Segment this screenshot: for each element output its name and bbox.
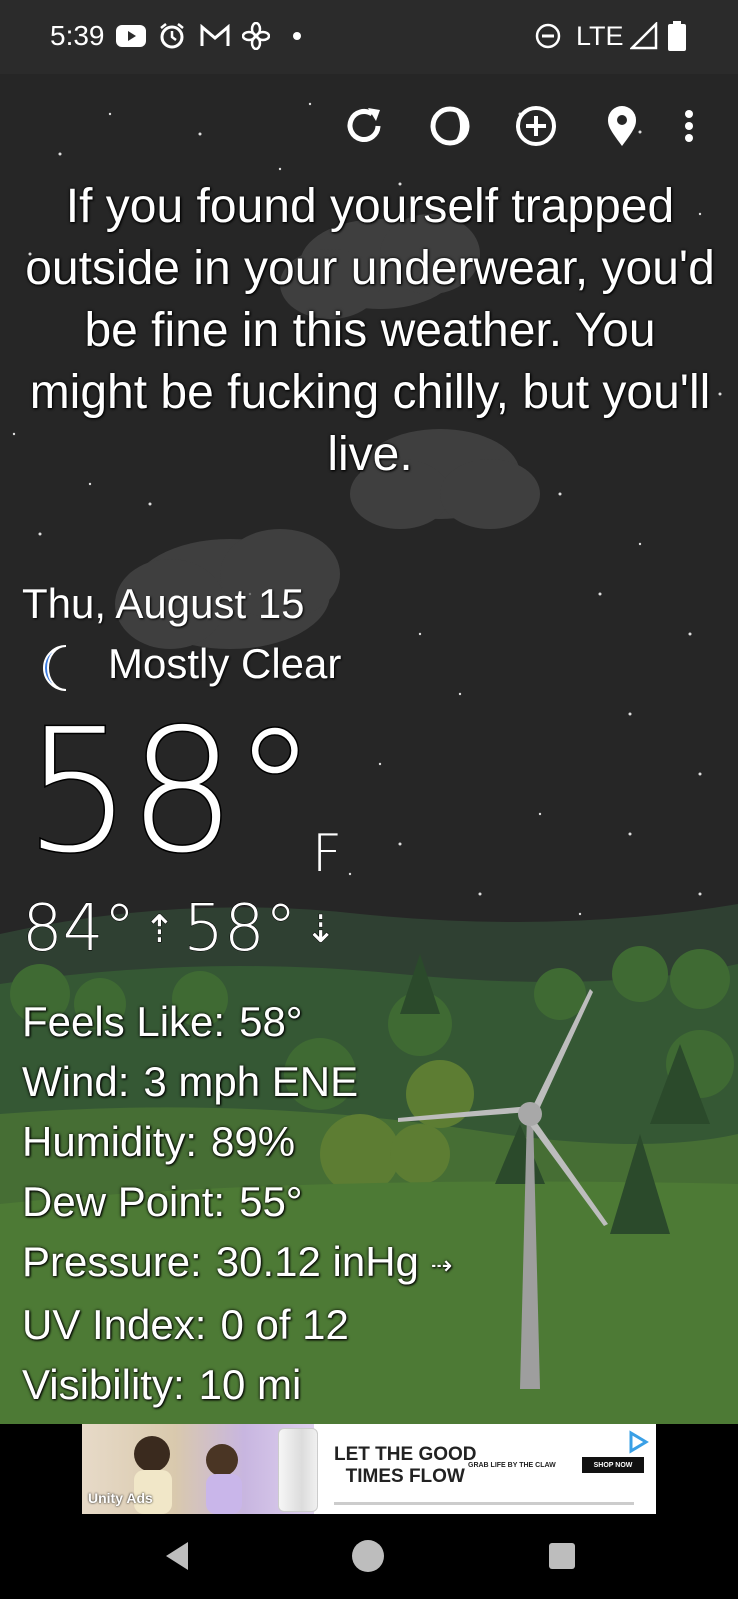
fan-icon xyxy=(242,20,270,52)
condition-label: Mostly Clear xyxy=(108,640,342,687)
unity-ads-label: Unity Ads xyxy=(88,1490,153,1506)
more-options-icon[interactable] xyxy=(674,100,704,152)
ad-shop-button[interactable]: SHOP NOW xyxy=(582,1457,644,1473)
add-location-icon[interactable] xyxy=(510,100,562,152)
alarm-icon xyxy=(158,20,186,52)
refresh-icon[interactable] xyxy=(338,100,390,152)
battery-icon xyxy=(668,20,686,52)
dot-icon xyxy=(292,20,302,52)
location-pin-icon[interactable] xyxy=(596,100,648,152)
youtube-icon xyxy=(116,20,146,52)
navigation-bar xyxy=(0,1514,738,1599)
moon-phase-icon[interactable] xyxy=(424,100,476,152)
weather-scene: If you found yourself trapped outside in… xyxy=(0,74,738,1424)
home-icon[interactable] xyxy=(350,1538,386,1574)
detail-dew-point: Dew Point: 55° xyxy=(22,1178,303,1225)
crescent-moon-icon xyxy=(32,642,84,694)
weather-quote: If you found yourself trapped outside in… xyxy=(25,180,715,481)
recents-icon[interactable] xyxy=(544,1538,580,1574)
detail-feels-like: Feels Like: 58° xyxy=(22,998,303,1045)
status-bar: 5:39 LTE xyxy=(0,0,738,74)
ad-banner[interactable]: Unity Ads LET THE GOOD TIMES FLOW GRAB L… xyxy=(82,1424,656,1514)
signal-icon xyxy=(630,20,658,52)
network-label: LTE xyxy=(576,21,624,51)
low-temp: 58° xyxy=(183,892,297,967)
ad-play-icon[interactable] xyxy=(626,1430,650,1454)
ad-bar: Unity Ads LET THE GOOD TIMES FLOW GRAB L… xyxy=(0,1424,738,1514)
current-temperature: 58° xyxy=(22,693,318,891)
arrow-down-icon: ⇣ xyxy=(304,907,337,952)
arrow-up-icon: ⇡ xyxy=(143,907,176,952)
back-icon[interactable] xyxy=(160,1538,196,1574)
ad-product-can xyxy=(278,1428,318,1512)
detail-humidity: Humidity: 89% xyxy=(22,1118,296,1165)
ad-fine-print xyxy=(334,1502,634,1505)
pressure-trend-icon: ⇢ xyxy=(430,1249,453,1280)
detail-wind: Wind: 3 mph ENE xyxy=(22,1058,359,1105)
gmail-icon xyxy=(200,20,230,52)
detail-uv-index: UV Index: 0 of 12 xyxy=(22,1300,349,1348)
status-time: 5:39 xyxy=(50,20,105,51)
weather-details: Feels Like: 58° Wind: 3 mph ENE Humidity: 8… xyxy=(22,992,452,1415)
date-label: Thu, August 15 xyxy=(22,580,305,627)
high-temp: 84° xyxy=(21,892,136,967)
high-low: 84° ⇡ 58° ⇣ xyxy=(21,892,337,967)
detail-visibility: Visibility: 10 mi xyxy=(22,1360,302,1408)
ad-tagline: GRAB LIFE BY THE CLAW xyxy=(468,1462,556,1469)
temperature-unit: F xyxy=(312,824,342,884)
dnd-icon xyxy=(534,20,562,52)
ad-headline: LET THE GOOD TIMES FLOW xyxy=(334,1444,477,1487)
detail-pressure: Pressure: 30.12 inHg ⇢ xyxy=(22,1238,453,1285)
